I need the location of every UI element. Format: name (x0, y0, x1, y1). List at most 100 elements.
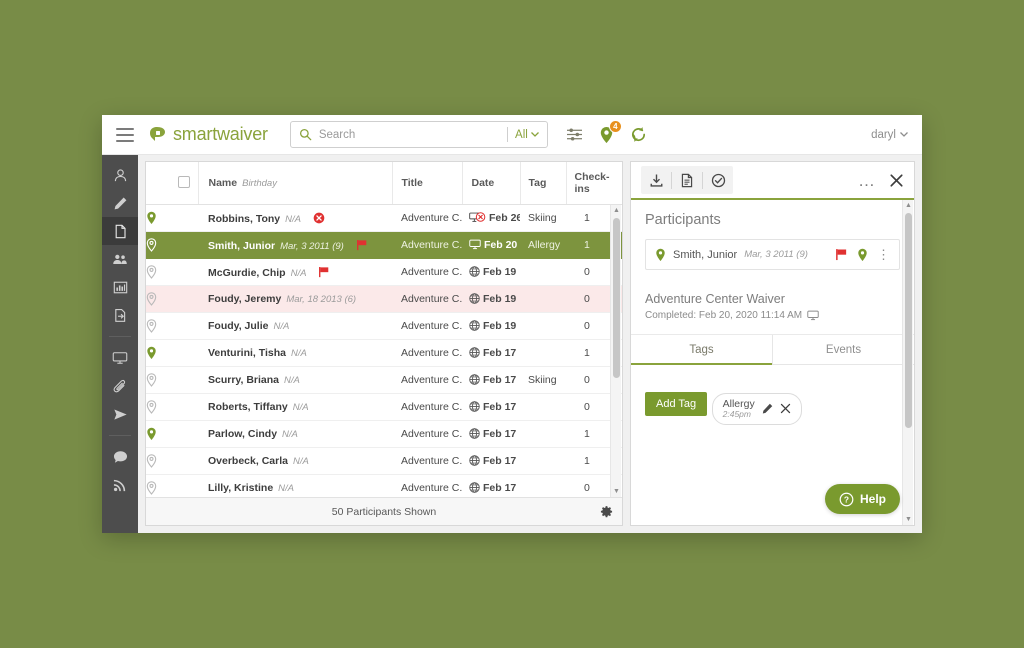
red-flag-icon[interactable] (835, 248, 848, 261)
row-checkbox-cell[interactable] (172, 312, 198, 340)
row-checkbox-cell[interactable] (172, 258, 198, 286)
tag-text: Allergy 2:45pm (723, 398, 755, 420)
row-checkbox-cell[interactable] (172, 205, 198, 232)
sidebar-rail (102, 155, 138, 533)
sidebar-item-export[interactable] (102, 301, 138, 329)
table-row[interactable]: Smith, Junior Mar, 3 2011 (9) Adventure C.… (146, 231, 622, 259)
scroll-up-arrow[interactable]: ▲ (611, 205, 622, 216)
sidebar-item-feed[interactable] (102, 471, 138, 499)
row-checkbox-cell[interactable] (172, 231, 198, 259)
header-name[interactable]: Name Birthday (197, 162, 392, 205)
kiosk-icon (807, 310, 819, 321)
search-icon (299, 128, 312, 141)
row-checkbox-cell[interactable] (172, 366, 198, 394)
participant-card[interactable]: Smith, Junior Mar, 3 2011 (9) ⋮ (645, 239, 900, 270)
filter-sliders-icon[interactable] (566, 127, 583, 142)
red-flag-icon[interactable] (356, 239, 368, 251)
approve-button[interactable] (703, 166, 733, 194)
detail-scroll-area[interactable]: Participants Smith, Junior Mar, 3 2011 (… (631, 200, 914, 525)
header-date[interactable]: Date (461, 162, 520, 205)
table-row[interactable]: Parlow, Cindy N/A Adventure C... Feb 17 1 (146, 420, 622, 448)
search-divider (507, 127, 509, 142)
sidebar-item-attachments[interactable] (102, 372, 138, 400)
gear-icon[interactable] (600, 505, 613, 518)
topbar-icon-group: 4 (566, 119, 647, 144)
error-circle-icon[interactable] (313, 212, 325, 224)
location-pin-icon[interactable]: 4 (599, 119, 622, 144)
scroll-thumb[interactable] (905, 213, 912, 428)
row-checkbox-cell[interactable] (172, 339, 198, 367)
help-button[interactable]: ? Help (824, 484, 900, 514)
table-row[interactable]: Scurry, Briana N/A Adventure C... Feb 17 Ski… (146, 366, 622, 394)
participant-list-scroll[interactable]: Robbins, Tony N/A Adventure C... Feb 26 Skii… (146, 205, 622, 497)
select-all-checkbox[interactable] (178, 175, 190, 188)
row-checkbox-cell[interactable] (172, 393, 198, 421)
header-tag[interactable]: Tag (519, 162, 566, 205)
table-row[interactable]: Roberts, Tiffany N/A Adventure C... Feb 17 0 (146, 393, 622, 421)
help-button-label: Help (859, 492, 886, 506)
row-checkbox-cell[interactable] (172, 474, 198, 497)
header-checkins[interactable]: Check-ins (565, 162, 622, 205)
row-checkbox-cell[interactable] (172, 420, 198, 448)
row-checkbox-cell[interactable] (172, 285, 198, 313)
row-status-pin (146, 447, 172, 475)
detail-scrollbar[interactable]: ▲ ▼ (902, 200, 913, 525)
add-tag-button[interactable]: Add Tag (645, 392, 708, 416)
sidebar-item-waivers[interactable] (102, 217, 138, 245)
download-button[interactable] (641, 166, 671, 194)
header-select-all[interactable] (172, 162, 198, 205)
refresh-icon[interactable] (630, 126, 647, 143)
expired-kiosk-icon (469, 212, 486, 223)
more-options-icon[interactable]: … (858, 172, 876, 189)
sidebar-item-send[interactable] (102, 400, 138, 428)
sidebar-item-person[interactable] (102, 161, 138, 189)
search-box[interactable]: All (289, 121, 548, 148)
search-input[interactable] (318, 128, 501, 141)
table-row[interactable]: Venturini, Tisha N/A Adventure C... Feb 17 1 (146, 339, 622, 367)
sidebar-item-reports[interactable] (102, 273, 138, 301)
red-flag-icon[interactable] (318, 266, 330, 278)
table-row[interactable]: Robbins, Tony N/A Adventure C... Feb 26 Skii… (146, 205, 622, 232)
row-title: Adventure C... (392, 258, 462, 286)
download-icon (650, 174, 662, 187)
sidebar-divider (109, 336, 131, 337)
sidebar-item-kiosk[interactable] (102, 344, 138, 372)
chevron-down-icon (900, 132, 908, 137)
vertical-dots-icon[interactable]: ⋮ (877, 248, 890, 261)
hamburger-menu-icon[interactable] (116, 127, 134, 142)
user-menu[interactable]: daryl (871, 129, 908, 141)
tab-events[interactable]: Events (772, 335, 914, 364)
row-tag: Skiing (520, 205, 566, 232)
sidebar-item-groups[interactable] (102, 245, 138, 273)
row-birthday: N/A (284, 375, 300, 386)
search-scope-dropdown[interactable]: All (515, 129, 539, 141)
row-checkbox-cell[interactable] (172, 447, 198, 475)
document-button[interactable] (672, 166, 702, 194)
tab-tags[interactable]: Tags (631, 335, 772, 365)
pencil-icon[interactable] (762, 403, 773, 414)
header-title[interactable]: Title (391, 162, 462, 205)
table-row[interactable]: McGurdie, Chip N/A Adventure C... Feb 19 0 (146, 258, 622, 286)
row-title: Adventure C... (392, 231, 462, 259)
table-row[interactable]: Foudy, Julie N/A Adventure C... Feb 19 0 (146, 312, 622, 340)
scroll-down-arrow[interactable]: ▼ (611, 486, 622, 497)
table-row[interactable]: Overbeck, Carla N/A Adventure C... Feb 17 1 (146, 447, 622, 475)
table-row[interactable]: Foudy, Jeremy Mar, 18 2013 (6) Adventure C… (146, 285, 622, 313)
row-name-cell: Scurry, Briana N/A (198, 366, 392, 394)
row-tag: Allergy (520, 231, 566, 259)
scroll-up-arrow[interactable]: ▲ (903, 200, 914, 211)
row-tag (520, 339, 566, 367)
row-status-pin (146, 285, 172, 313)
scroll-thumb[interactable] (613, 218, 620, 378)
close-icon[interactable] (889, 173, 904, 188)
row-name: Overbeck, Carla (208, 455, 288, 467)
scroll-down-arrow[interactable]: ▼ (903, 514, 914, 525)
sidebar-item-messages[interactable] (102, 443, 138, 471)
table-row[interactable]: Lilly, Kristine N/A Adventure C... Feb 17 0 (146, 474, 622, 497)
tag-pill[interactable]: Allergy 2:45pm (711, 393, 802, 425)
list-scrollbar[interactable]: ▲ ▼ (610, 205, 621, 497)
location-pin-icon[interactable] (857, 248, 868, 262)
sidebar-item-edit[interactable] (102, 189, 138, 217)
row-status-pin (146, 205, 172, 232)
close-icon[interactable] (780, 403, 791, 414)
